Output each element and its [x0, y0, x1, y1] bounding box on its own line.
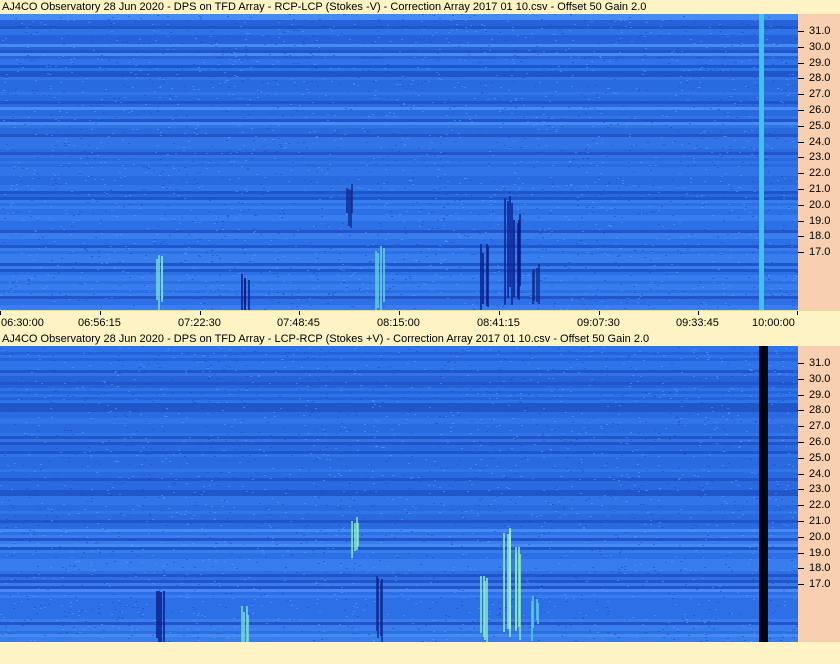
freq-tick — [798, 505, 804, 506]
freq-tick — [798, 426, 804, 427]
freq-tick — [798, 379, 804, 380]
freq-label: 26.0 — [809, 436, 831, 448]
time-label: 10:00:00 — [752, 317, 795, 329]
time-tick — [399, 311, 400, 315]
time-tick — [0, 311, 1, 315]
time-label: 08:15:00 — [377, 317, 420, 329]
freq-label: 31.0 — [809, 25, 831, 37]
freq-tick — [798, 31, 804, 32]
frequency-axis: 31.0 30.0 29.0 28.0 27.0 26.0 25.0 24.0 23.0 22.0… — [798, 14, 840, 310]
freq-tick — [798, 63, 804, 64]
spectrogram-svg — [0, 346, 798, 642]
time-tick — [499, 311, 500, 315]
freq-label: 28.0 — [809, 404, 831, 416]
freq-label: 18.0 — [809, 230, 831, 242]
freq-label: 26.0 — [809, 104, 831, 116]
spectrogram-panel-lcp-rcp: AJ4CO Observatory 28 Jun 2020 - DPS on T… — [0, 332, 840, 664]
freq-tick — [798, 157, 804, 158]
time-marker-line — [759, 14, 764, 310]
freq-label: 30.0 — [809, 41, 831, 53]
time-label: 09:33:45 — [676, 317, 719, 329]
freq-label: 27.0 — [809, 88, 831, 100]
freq-tick — [798, 189, 804, 190]
freq-label: 29.0 — [809, 389, 831, 401]
freq-label: 19.0 — [809, 547, 831, 559]
time-tick — [698, 311, 699, 315]
freq-tick — [798, 410, 804, 411]
freq-label: 17.0 — [809, 246, 831, 258]
freq-tick — [798, 173, 804, 174]
freq-tick — [798, 537, 804, 538]
freq-label: 31.0 — [809, 357, 831, 369]
frequency-axis: 31.0 30.0 29.0 28.0 27.0 26.0 25.0 24.0 23.0 22.0… — [798, 346, 840, 642]
spectrogram-image[interactable] — [0, 346, 798, 642]
time-label: 09:07:30 — [577, 317, 620, 329]
freq-tick — [798, 442, 804, 443]
freq-label: 29.0 — [809, 57, 831, 69]
freq-label: 25.0 — [809, 120, 831, 132]
freq-tick — [798, 553, 804, 554]
panel-title: AJ4CO Observatory 28 Jun 2020 - DPS on T… — [0, 0, 840, 14]
freq-tick — [798, 474, 804, 475]
time-marker-line — [759, 346, 768, 642]
freq-label: 18.0 — [809, 562, 831, 574]
freq-label: 22.0 — [809, 499, 831, 511]
time-tick — [200, 311, 201, 315]
freq-label: 23.0 — [809, 483, 831, 495]
freq-tick — [798, 47, 804, 48]
freq-tick — [798, 221, 804, 222]
time-label: 08:41:15 — [477, 317, 520, 329]
time-tick — [100, 311, 101, 315]
freq-tick — [798, 395, 804, 396]
freq-label: 30.0 — [809, 373, 831, 385]
freq-label: 28.0 — [809, 72, 831, 84]
freq-tick — [798, 489, 804, 490]
freq-label: 21.0 — [809, 183, 831, 195]
time-label: 07:22:30 — [178, 317, 221, 329]
time-tick — [299, 311, 300, 315]
freq-tick — [798, 458, 804, 459]
freq-label: 20.0 — [809, 531, 831, 543]
freq-label: 17.0 — [809, 578, 831, 590]
freq-tick — [798, 584, 804, 585]
time-tick — [797, 311, 798, 315]
freq-tick — [798, 78, 804, 79]
freq-tick — [798, 568, 804, 569]
freq-label: 24.0 — [809, 468, 831, 480]
freq-label: 19.0 — [809, 215, 831, 227]
time-label: 06:30:00 — [1, 317, 44, 329]
freq-tick — [798, 521, 804, 522]
spectrogram-image[interactable] — [0, 14, 798, 310]
freq-label: 20.0 — [809, 199, 831, 211]
freq-tick — [798, 252, 804, 253]
freq-label: 21.0 — [809, 515, 831, 527]
freq-label: 27.0 — [809, 420, 831, 432]
freq-tick — [798, 205, 804, 206]
panel-title: AJ4CO Observatory 28 Jun 2020 - DPS on T… — [0, 332, 840, 346]
freq-label: 23.0 — [809, 151, 831, 163]
freq-label: 22.0 — [809, 167, 831, 179]
freq-tick — [798, 363, 804, 364]
freq-tick — [798, 236, 804, 237]
time-label: 07:48:45 — [277, 317, 320, 329]
freq-tick — [798, 94, 804, 95]
freq-tick — [798, 110, 804, 111]
spectrogram-panel-rcp-lcp: AJ4CO Observatory 28 Jun 2020 - DPS on T… — [0, 0, 840, 333]
freq-tick — [798, 126, 804, 127]
bottom-strip — [0, 642, 840, 664]
time-tick — [599, 311, 600, 315]
freq-label: 25.0 — [809, 452, 831, 464]
freq-label: 24.0 — [809, 136, 831, 148]
freq-tick — [798, 142, 804, 143]
time-label: 06:56:15 — [78, 317, 121, 329]
time-axis: 06:30:00 06:56:15 07:22:30 07:48:45 08:15:00… — [0, 310, 840, 333]
spectrogram-svg — [0, 14, 798, 310]
